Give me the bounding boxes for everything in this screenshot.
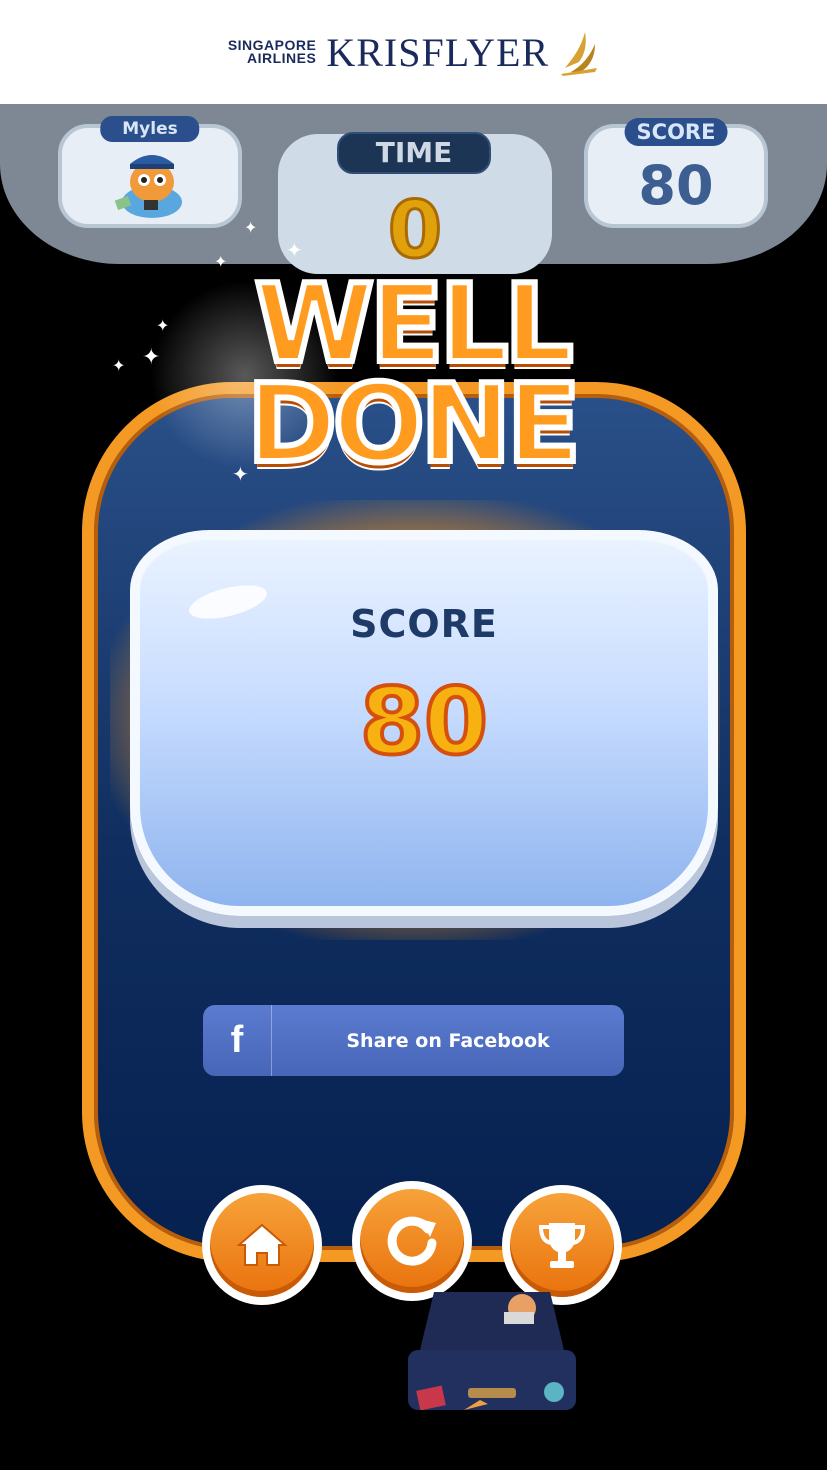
player-name: Myles xyxy=(100,116,200,142)
sparkle-icon: ✦ xyxy=(112,356,126,375)
leaderboard-button[interactable] xyxy=(502,1185,622,1305)
sparkle-icon: ✦ xyxy=(286,238,303,262)
title-line-2: DONE xyxy=(244,359,584,490)
sparkle-icon: ✦ xyxy=(244,218,258,237)
share-facebook-label: Share on Facebook xyxy=(346,1029,550,1052)
sparkle-icon: ✦ xyxy=(142,345,161,370)
brand-logo: SINGAPORE AIRLINES KRISFLYER xyxy=(228,28,599,76)
replay-button-face xyxy=(360,1189,464,1293)
replay-icon xyxy=(387,1216,437,1266)
home-icon xyxy=(236,1223,288,1266)
final-score-label: SCORE xyxy=(350,602,498,646)
well-done-title: WELL DONE xyxy=(232,259,592,492)
final-score-card: SCORE 80 xyxy=(130,530,718,916)
player-avatar xyxy=(114,155,182,218)
sparkle-icon: ✦ xyxy=(156,316,170,335)
leaderboard-button-face xyxy=(510,1193,614,1297)
bird-logo-icon xyxy=(561,32,598,76)
sparkle-icon: ✦ xyxy=(214,252,228,271)
home-button-face xyxy=(210,1193,314,1297)
app-header: SINGAPORE AIRLINES KRISFLYER xyxy=(0,0,827,104)
trophy-icon xyxy=(538,1223,586,1268)
share-facebook-button[interactable]: f Share on Facebook xyxy=(203,1005,624,1076)
airline-wordmark: SINGAPORE AIRLINES xyxy=(228,38,317,66)
brand-line-2: AIRLINES xyxy=(247,50,317,66)
home-button[interactable] xyxy=(202,1185,322,1305)
facebook-icon: f xyxy=(203,1005,272,1076)
time-label: TIME xyxy=(337,132,491,174)
krisflyer-wordmark: KRISFLYER xyxy=(326,29,550,75)
suitcase-mascot-illustration xyxy=(408,1292,576,1410)
hud-score-label: SCORE xyxy=(624,118,728,146)
hud-score-panel: SCORE 80 xyxy=(584,118,768,228)
final-score-value: 80 xyxy=(358,666,490,777)
player-panel: Myles xyxy=(58,116,242,228)
hud-score-value: 80 xyxy=(638,154,714,217)
replay-button[interactable] xyxy=(352,1181,472,1301)
